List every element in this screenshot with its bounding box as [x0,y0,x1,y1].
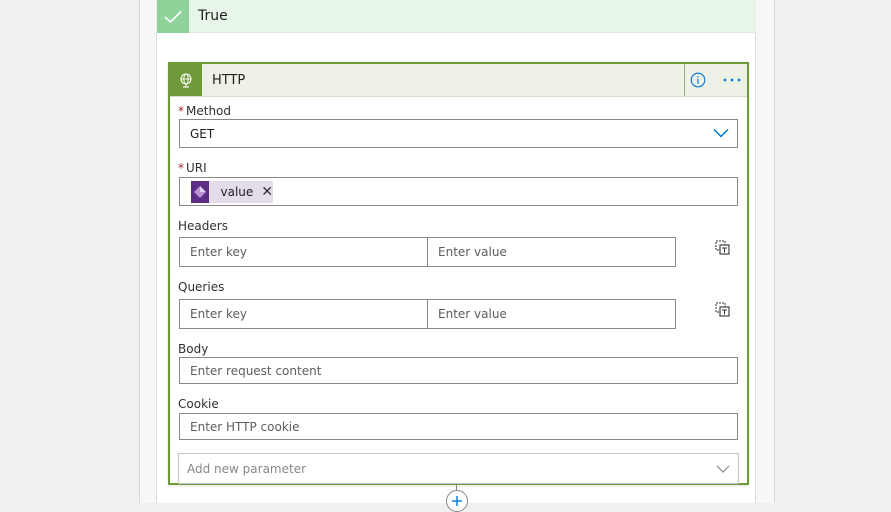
true-branch-header[interactable]: True [156,0,756,33]
body-label: Body [178,342,209,356]
chevron-down-icon[interactable] [716,462,730,476]
checkmark-icon [157,0,189,33]
true-branch-label: True [198,8,228,24]
uri-input[interactable]: value ✕ [179,177,738,206]
headers-row: Enter key Enter value [179,237,676,267]
method-value: GET [190,126,215,141]
headers-label: Headers [178,219,228,233]
switch-to-text-mode-icon[interactable] [714,239,732,257]
info-icon[interactable] [690,72,706,88]
queries-value-input[interactable]: Enter value [427,299,676,329]
globe-icon [170,64,202,96]
http-action-header[interactable]: HTTP [170,64,747,97]
cookie-label: Cookie [178,397,219,411]
required-marker: * [178,161,184,175]
plus-icon[interactable] [446,490,468,512]
header-divider [684,64,685,96]
chevron-down-icon[interactable] [713,127,729,141]
uri-label: * URI [178,161,207,175]
cookie-input[interactable]: Enter HTTP cookie [179,413,738,440]
body-input[interactable]: Enter request content [179,357,738,384]
action-title[interactable]: HTTP [212,73,245,88]
queries-label: Queries [178,280,225,294]
queries-key-input[interactable]: Enter key [179,299,429,329]
dynamic-content-token[interactable]: value ✕ [191,181,273,203]
headers-key-input[interactable]: Enter key [179,237,429,267]
method-dropdown[interactable]: GET [179,119,738,148]
method-label: * Method [178,104,232,118]
expression-icon [191,181,210,203]
close-icon[interactable]: ✕ [261,185,273,199]
queries-row: Enter key Enter value [179,299,676,329]
add-new-parameter-dropdown[interactable]: Add new parameter [178,453,739,484]
headers-value-input[interactable]: Enter value [427,237,676,267]
switch-to-text-mode-icon[interactable] [714,301,732,319]
more-options-icon[interactable] [722,71,742,89]
token-label: value [220,185,254,199]
required-marker: * [178,104,184,118]
